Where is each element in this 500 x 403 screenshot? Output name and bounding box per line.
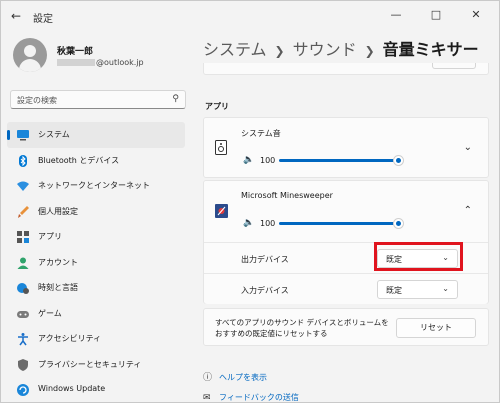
- clock-globe-icon: [16, 281, 30, 295]
- chevron-down-icon[interactable]: ⌄: [464, 142, 472, 153]
- close-icon[interactable]: ✕: [461, 1, 491, 31]
- bluetooth-icon: [16, 154, 30, 168]
- redacted-email-prefix: [57, 59, 95, 66]
- sidebar-item-network[interactable]: ネットワークとインターネット: [7, 173, 185, 199]
- slider-thumb[interactable]: [393, 155, 404, 166]
- previous-card-edge: [203, 63, 489, 75]
- minesweeper-app-icon: [215, 203, 228, 218]
- apps-icon: [16, 230, 30, 244]
- sidebar-item-accessibility[interactable]: アクセシビリティ: [7, 326, 185, 352]
- back-arrow-icon[interactable]: ←: [7, 7, 25, 25]
- chevron-right-icon: ❯: [364, 44, 375, 58]
- settings-window: ← 設定 — □ ✕ 秋葉一郎 @outlook.jp 設定の検索 ⚲ システム: [0, 0, 500, 403]
- sidebar-item-accounts[interactable]: アカウント: [7, 250, 185, 276]
- minesweeper-volume-value: 100: [260, 219, 276, 228]
- brush-icon: [16, 205, 30, 219]
- output-device-dropdown[interactable]: 既定 ⌄: [377, 249, 458, 268]
- window-title: 設定: [33, 14, 53, 25]
- chevron-right-icon: ❯: [274, 44, 285, 58]
- sidebar-item-time-language[interactable]: 時刻と言語: [7, 275, 185, 301]
- account-icon: [16, 256, 30, 270]
- search-placeholder: 設定の検索: [17, 96, 57, 105]
- update-icon: [16, 383, 30, 397]
- minimize-icon[interactable]: —: [381, 1, 411, 31]
- sidebar-item-system[interactable]: システム: [7, 122, 185, 148]
- breadcrumb-sound[interactable]: サウンド: [293, 40, 357, 59]
- section-label-apps: アプリ: [205, 102, 229, 111]
- user-email: @outlook.jp: [57, 58, 144, 67]
- sidebar-item-apps[interactable]: アプリ: [7, 224, 185, 250]
- sidebar: 秋葉一郎 @outlook.jp 設定の検索 ⚲ システム Bluetooth …: [1, 31, 197, 402]
- chevron-down-icon: ⌄: [442, 284, 449, 293]
- feedback-link[interactable]: ✉ フィードバックの送信: [203, 392, 299, 403]
- minesweeper-card: Microsoft Minesweeper 🔈 100 ⌃ 出力デバイス 既定 …: [203, 180, 489, 304]
- sidebar-item-windows-update[interactable]: Windows Update: [7, 377, 185, 402]
- monitor-icon: [16, 128, 30, 142]
- input-device-label: 入力デバイス: [241, 286, 289, 295]
- slider-thumb[interactable]: [393, 218, 404, 229]
- user-name: 秋葉一郎: [57, 47, 94, 57]
- maximize-icon[interactable]: □: [421, 1, 451, 31]
- volume-icon[interactable]: 🔈: [243, 155, 254, 165]
- page-title: 音量ミキサー: [382, 40, 479, 59]
- breadcrumb: システム ❯ サウンド ❯ 音量ミキサー: [203, 36, 479, 60]
- sidebar-item-gaming[interactable]: ゲーム: [7, 301, 185, 327]
- volume-icon[interactable]: 🔈: [243, 218, 254, 228]
- accessibility-icon: [16, 332, 30, 346]
- sidebar-item-privacy[interactable]: プライバシーとセキュリティ: [7, 352, 185, 378]
- reset-button[interactable]: リセット: [396, 318, 476, 338]
- help-link[interactable]: ⓘ ヘルプを表示: [203, 370, 267, 383]
- main-content: アプリ システム音 🔈 100 ⌄ Microsoft Minesweeper …: [203, 63, 489, 403]
- system-sound-volume-slider[interactable]: [279, 155, 404, 166]
- reset-card: すべてのアプリのサウンド デバイスとボリュームをおすすめの既定値にリセットする …: [203, 308, 489, 346]
- minesweeper-title: Microsoft Minesweeper: [241, 191, 333, 200]
- system-sound-title: システム音: [241, 129, 281, 138]
- search-input[interactable]: 設定の検索 ⚲: [10, 90, 186, 109]
- sidebar-nav: システム Bluetooth とデバイス ネットワークとインターネット 個人用設…: [7, 122, 185, 402]
- reset-description: すべてのアプリのサウンド デバイスとボリュームをおすすめの既定値にリセットする: [215, 318, 389, 338]
- chevron-down-icon: ⌄: [442, 253, 449, 262]
- shield-icon: [16, 358, 30, 372]
- feedback-icon: ✉: [203, 393, 211, 403]
- gamepad-icon: [16, 307, 30, 321]
- input-device-dropdown[interactable]: 既定 ⌄: [377, 280, 458, 299]
- system-sound-card: システム音 🔈 100 ⌄: [203, 117, 489, 178]
- system-sound-volume-value: 100: [260, 156, 276, 165]
- title-bar: ← 設定 — □ ✕: [1, 1, 499, 31]
- search-icon: ⚲: [172, 94, 179, 104]
- minesweeper-volume-slider[interactable]: [279, 218, 404, 229]
- avatar[interactable]: [13, 38, 47, 72]
- output-device-label: 出力デバイス: [241, 255, 289, 264]
- chevron-up-icon[interactable]: ⌃: [464, 205, 472, 216]
- help-icon: ⓘ: [203, 373, 213, 383]
- wifi-icon: [16, 179, 30, 193]
- breadcrumb-system[interactable]: システム: [203, 40, 267, 59]
- speaker-device-icon: [215, 140, 227, 155]
- output-device-row: 出力デバイス 既定 ⌄: [204, 242, 488, 273]
- sidebar-item-personalization[interactable]: 個人用設定: [7, 199, 185, 225]
- sidebar-item-bluetooth[interactable]: Bluetooth とデバイス: [7, 148, 185, 174]
- input-device-row: 入力デバイス 既定 ⌄: [204, 273, 488, 304]
